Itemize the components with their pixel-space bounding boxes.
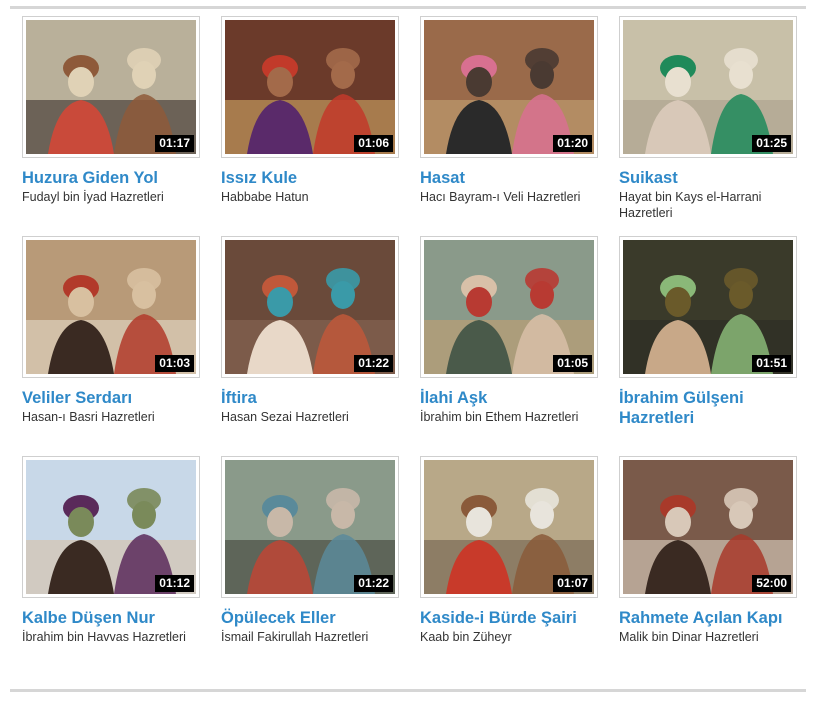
duration-badge: 01:20 bbox=[553, 135, 592, 152]
video-card[interactable]: 01:22 İftira Hasan Sezai Hazretleri bbox=[221, 236, 399, 456]
video-card[interactable]: 01:22 Öpülecek Eller İsmail Fakirullah H… bbox=[221, 456, 399, 686]
video-thumbnail[interactable]: 52:00 bbox=[619, 456, 797, 598]
video-subtitle: Malik bin Dinar Hazretleri bbox=[619, 630, 759, 644]
men-in-forest-scene bbox=[26, 460, 196, 594]
video-title-link[interactable]: Öpülecek Eller bbox=[221, 608, 396, 628]
video-subtitle: Hasan Sezai Hazretleri bbox=[221, 410, 349, 424]
video-card[interactable]: 01:17 Huzura Giden Yol Fudayl bin İyad H… bbox=[22, 16, 200, 236]
video-thumbnail[interactable]: 01:25 bbox=[619, 16, 797, 158]
duration-badge: 01:12 bbox=[155, 575, 194, 592]
men-sitting-on-carpet-scene bbox=[424, 460, 594, 594]
video-thumbnail[interactable]: 01:17 bbox=[22, 16, 200, 158]
video-card[interactable]: 01:05 İlahi Aşk İbrahim bin Ethem Hazret… bbox=[420, 236, 598, 456]
video-card[interactable]: 01:12 Kalbe Düşen Nur İbrahim bin Havvas… bbox=[22, 456, 200, 686]
video-title-link[interactable]: Kalbe Düşen Nur bbox=[22, 608, 197, 628]
crowd-courtyard-scene bbox=[225, 460, 395, 594]
two-men-talking-interior-scene bbox=[623, 460, 793, 594]
duration-badge: 01:22 bbox=[354, 355, 393, 372]
video-title-link[interactable]: İlahi Aşk bbox=[420, 388, 595, 408]
video-card[interactable]: 01:25 Suikast Hayat bin Kays el-Harrani … bbox=[619, 16, 797, 236]
duration-badge: 01:03 bbox=[155, 355, 194, 372]
video-title-link[interactable]: Kaside-i Bürde Şairi bbox=[420, 608, 595, 628]
bearded-man-purple-robe-scene bbox=[225, 20, 395, 154]
video-subtitle: İsmail Fakirullah Hazretleri bbox=[221, 630, 369, 644]
video-card[interactable]: 01:03 Veliler Serdarı Hasan-ı Basri Hazr… bbox=[22, 236, 200, 456]
top-divider bbox=[10, 6, 806, 9]
video-subtitle: Hasan-ı Basri Hazretleri bbox=[22, 410, 155, 424]
duration-badge: 01:07 bbox=[553, 575, 592, 592]
video-title-link[interactable]: Veliler Serdarı bbox=[22, 388, 197, 408]
video-thumbnail[interactable]: 01:12 bbox=[22, 456, 200, 598]
video-thumbnail[interactable]: 01:03 bbox=[22, 236, 200, 378]
video-subtitle: İbrahim bin Havvas Hazretleri bbox=[22, 630, 186, 644]
video-subtitle: Fudayl bin İyad Hazretleri bbox=[22, 190, 164, 204]
duration-badge: 01:05 bbox=[553, 355, 592, 372]
video-subtitle: İbrahim bin Ethem Hazretleri bbox=[420, 410, 579, 424]
video-card[interactable]: 01:06 Issız Kule Habbabe Hatun bbox=[221, 16, 399, 236]
video-card[interactable]: 52:00 Rahmete Açılan Kapı Malik bin Dina… bbox=[619, 456, 797, 686]
video-thumbnail[interactable]: 01:06 bbox=[221, 16, 399, 158]
video-card[interactable]: 01:20 Hasat Hacı Bayram-ı Veli Hazretler… bbox=[420, 16, 598, 236]
video-thumbnail[interactable]: 01:22 bbox=[221, 456, 399, 598]
video-title-link[interactable]: İftira bbox=[221, 388, 396, 408]
man-teal-turban-scene bbox=[225, 240, 395, 374]
group-of-men-market-scene bbox=[424, 20, 594, 154]
video-title-link[interactable]: Rahmete Açılan Kapı bbox=[619, 608, 794, 628]
duration-badge: 52:00 bbox=[752, 575, 791, 592]
duration-badge: 01:22 bbox=[354, 575, 393, 592]
video-thumbnail[interactable]: 01:51 bbox=[619, 236, 797, 378]
bearded-elder-red-turban-scene bbox=[424, 240, 594, 374]
video-title-link[interactable]: İbrahim Gülşeni Hazretleri bbox=[619, 388, 794, 428]
video-thumbnail[interactable]: 01:05 bbox=[420, 236, 598, 378]
video-subtitle: Hayat bin Kays el-Harrani Hazretleri bbox=[619, 190, 762, 220]
duration-badge: 01:25 bbox=[752, 135, 791, 152]
duration-badge: 01:51 bbox=[752, 355, 791, 372]
turbaned-man-desert-scene bbox=[26, 20, 196, 154]
video-subtitle: Kaab bin Züheyr bbox=[420, 630, 512, 644]
video-card[interactable]: 01:07 Kaside-i Bürde Şairi Kaab bin Zühe… bbox=[420, 456, 598, 686]
video-grid: 01:17 Huzura Giden Yol Fudayl bin İyad H… bbox=[22, 16, 797, 686]
video-subtitle: Habbabe Hatun bbox=[221, 190, 309, 204]
video-thumbnail[interactable]: 01:20 bbox=[420, 16, 598, 158]
duration-badge: 01:17 bbox=[155, 135, 194, 152]
video-thumbnail[interactable]: 01:07 bbox=[420, 456, 598, 598]
video-thumbnail[interactable]: 01:22 bbox=[221, 236, 399, 378]
video-title-link[interactable]: Hasat bbox=[420, 168, 595, 188]
duration-badge: 01:06 bbox=[354, 135, 393, 152]
video-card[interactable]: 01:51 İbrahim Gülşeni Hazretleri bbox=[619, 236, 797, 456]
video-title-link[interactable]: Huzura Giden Yol bbox=[22, 168, 197, 188]
video-subtitle: Hacı Bayram-ı Veli Hazretleri bbox=[420, 190, 581, 204]
old-man-green-turban-scene bbox=[623, 20, 793, 154]
two-men-ornate-wall-scene bbox=[623, 240, 793, 374]
seated-scholar-reading-scene bbox=[26, 240, 196, 374]
video-title-link[interactable]: Suikast bbox=[619, 168, 794, 188]
bottom-divider bbox=[10, 689, 806, 692]
video-title-link[interactable]: Issız Kule bbox=[221, 168, 396, 188]
